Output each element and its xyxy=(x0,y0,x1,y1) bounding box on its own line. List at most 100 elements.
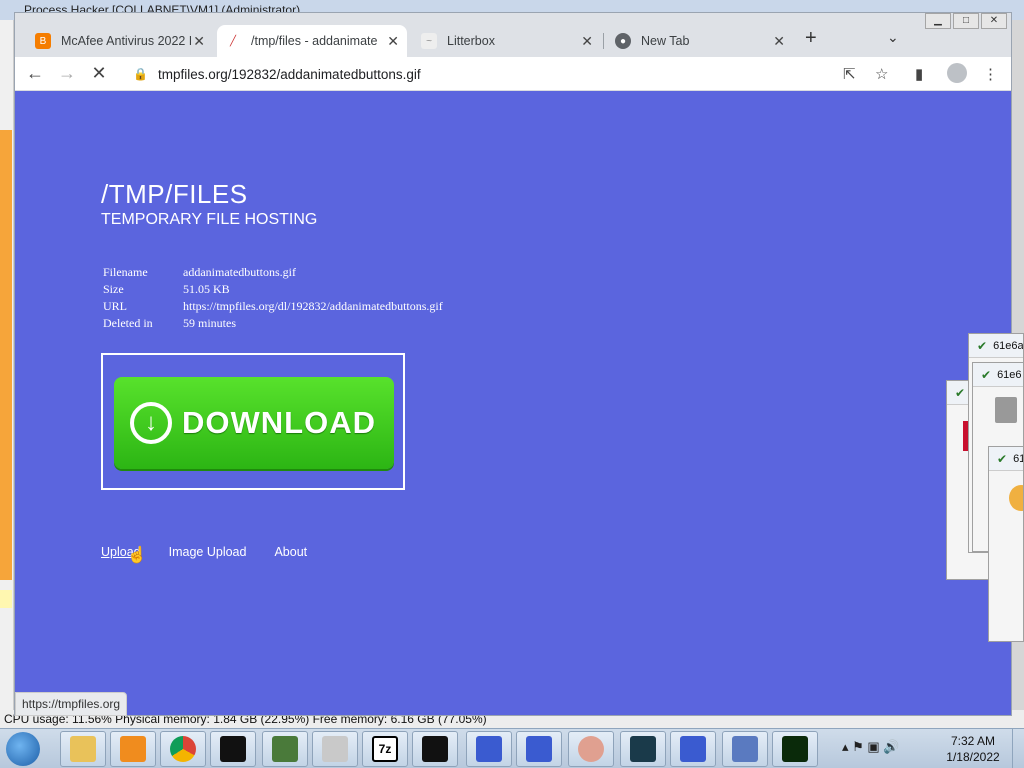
download-label: DOWNLOAD xyxy=(182,405,376,440)
info-value: addanimatedbuttons.gif xyxy=(183,265,296,279)
side-window[interactable]: ✔ 61 xyxy=(988,446,1024,642)
taskbar-app-7zip[interactable]: 7z xyxy=(362,731,408,767)
hamster-icon xyxy=(1009,485,1023,511)
info-value: 51.05 KB xyxy=(183,282,230,296)
task-icon xyxy=(526,736,552,762)
info-value: 59 minutes xyxy=(183,316,236,330)
taskbar-app-vm[interactable] xyxy=(620,731,666,767)
taskbar-app-cmd-2[interactable] xyxy=(412,731,458,767)
chrome-icon xyxy=(578,736,604,762)
maximize-button[interactable]: □ xyxy=(953,13,979,29)
image-upload-link[interactable]: Image Upload xyxy=(169,545,247,559)
close-icon[interactable]: ✕ xyxy=(773,33,785,50)
info-label: URL xyxy=(103,299,127,313)
menu-icon[interactable]: ⋮ xyxy=(983,65,998,83)
browser-toolbar: ← → ✕ 🔒 tmpfiles.org/192832/addanimatedb… xyxy=(15,57,1011,91)
side-window-title: 61 xyxy=(1013,452,1023,465)
close-icon[interactable]: ✕ xyxy=(581,33,593,50)
taskbar-app-monitor[interactable] xyxy=(772,731,818,767)
cmd-icon xyxy=(220,736,246,762)
new-tab-button[interactable]: + xyxy=(805,27,817,50)
side-window-title: 61e6 xyxy=(997,368,1022,381)
7zip-icon: 7z xyxy=(372,736,398,762)
close-window-button[interactable]: ✕ xyxy=(981,13,1007,29)
about-link[interactable]: About xyxy=(274,545,307,559)
address-bar[interactable]: 🔒 tmpfiles.org/192832/addanimatedbuttons… xyxy=(123,62,823,86)
side-window-header: ✔ 61 xyxy=(989,447,1023,471)
lock-icon[interactable]: 🔒 xyxy=(133,67,148,81)
side-window-header: ✔ 61e6 xyxy=(973,363,1023,387)
download-button[interactable]: ↓ DOWNLOAD xyxy=(114,377,394,469)
network-icon xyxy=(732,736,758,762)
clock-time: 7:32 AM xyxy=(950,734,996,748)
system-tray[interactable]: ▴ ⚑ ▣ 🔊 xyxy=(842,739,899,755)
info-label: Deleted in xyxy=(103,316,153,330)
trash-icon xyxy=(995,397,1017,423)
background-highlight-yellow xyxy=(0,590,12,608)
download-link-frame[interactable]: ↓ DOWNLOAD xyxy=(101,353,405,490)
tab-title: Litterbox xyxy=(447,34,495,48)
taskbar-app-task-2[interactable] xyxy=(516,731,562,767)
taskbar-app-explorer[interactable] xyxy=(60,731,106,767)
taskbar-app-task-3[interactable] xyxy=(670,731,716,767)
stop-loading-button[interactable]: ✕ xyxy=(87,63,111,84)
taskbar-app-installer[interactable] xyxy=(312,731,358,767)
cmd-icon xyxy=(422,736,448,762)
page-content: /TMP/FILES TEMPORARY FILE HOSTING Filena… xyxy=(15,91,1011,716)
share-icon[interactable]: ⇱ xyxy=(843,65,856,83)
taskbar-app-process-hacker[interactable] xyxy=(262,731,308,767)
taskbar-clock[interactable]: 7:32 AM 1/18/2022 xyxy=(938,733,1008,765)
page-title: /TMP/FILES xyxy=(101,179,248,209)
taskbar-app-task[interactable] xyxy=(466,731,512,767)
checkmark-icon: ✔ xyxy=(997,451,1008,466)
taskbar-app-network[interactable] xyxy=(722,731,768,767)
checkmark-icon: ✔ xyxy=(955,385,966,400)
tab-separator xyxy=(603,33,604,49)
info-value: https://tmpfiles.org/dl/192832/addanimat… xyxy=(183,299,443,313)
background-window-edge xyxy=(0,20,14,710)
close-icon[interactable]: ✕ xyxy=(387,33,399,50)
taskbar: 7z ▴ ⚑ ▣ 🔊 7:32 AM 1/18/2022 xyxy=(0,728,1024,768)
hand-cursor-icon: ☝ xyxy=(127,547,147,564)
forward-button[interactable]: → xyxy=(55,63,79,84)
background-highlight xyxy=(0,130,12,580)
back-button[interactable]: ← xyxy=(23,63,47,84)
info-row: Size 51.05 KB xyxy=(101,282,443,299)
info-row: Deleted in 59 minutes xyxy=(101,316,443,333)
tab-new-tab[interactable]: ● New Tab ✕ xyxy=(607,25,793,57)
tab-search-button[interactable]: ⌄ xyxy=(887,29,899,46)
taskbar-app-chrome-2[interactable] xyxy=(568,731,614,767)
side-window-header: ✔ 61e6a xyxy=(969,334,1023,358)
explorer-icon xyxy=(70,736,96,762)
browser-window: B McAfee Antivirus 2022 F ✕ ╱ /tmp/files… xyxy=(14,12,1012,716)
side-panel-icon[interactable]: ▮ xyxy=(915,65,923,83)
start-button[interactable] xyxy=(6,732,40,766)
profile-avatar[interactable] xyxy=(947,63,967,83)
checkmark-icon: ✔ xyxy=(977,338,988,353)
taskbar-app-chrome[interactable] xyxy=(160,731,206,767)
tab-mcafee[interactable]: B McAfee Antivirus 2022 F ✕ xyxy=(27,25,213,57)
tab-strip: B McAfee Antivirus 2022 F ✕ ╱ /tmp/files… xyxy=(15,13,1011,57)
chrome-icon xyxy=(170,736,196,762)
close-icon[interactable]: ✕ xyxy=(193,33,205,50)
media-player-icon xyxy=(120,736,146,762)
file-info-table: Filename addanimatedbuttons.gif Size 51.… xyxy=(101,265,443,333)
blogger-icon: B xyxy=(35,33,51,49)
download-arrow-icon: ↓ xyxy=(130,402,172,444)
show-desktop-button[interactable] xyxy=(1012,729,1024,768)
taskbar-app-media[interactable] xyxy=(110,731,156,767)
info-label: Size xyxy=(103,282,124,296)
litterbox-icon: ~ xyxy=(421,33,437,49)
tab-tmpfiles[interactable]: ╱ /tmp/files - addanimate ✕ xyxy=(217,25,407,57)
window-controls: ▁ □ ✕ xyxy=(923,13,1007,29)
address-text: tmpfiles.org/192832/addanimatedbuttons.g… xyxy=(157,66,421,82)
tab-litterbox[interactable]: ~ Litterbox ✕ xyxy=(413,25,601,57)
tab-title: /tmp/files - addanimate xyxy=(251,34,378,48)
bookmark-star-icon[interactable]: ☆ xyxy=(875,65,888,83)
info-row: Filename addanimatedbuttons.gif xyxy=(101,265,443,282)
side-window-title: 61e6a xyxy=(993,339,1024,352)
tmpfiles-icon: ╱ xyxy=(225,33,241,49)
taskbar-app-cmd[interactable] xyxy=(210,731,256,767)
tab-title: McAfee Antivirus 2022 F xyxy=(61,34,191,48)
minimize-button[interactable]: ▁ xyxy=(925,13,951,29)
